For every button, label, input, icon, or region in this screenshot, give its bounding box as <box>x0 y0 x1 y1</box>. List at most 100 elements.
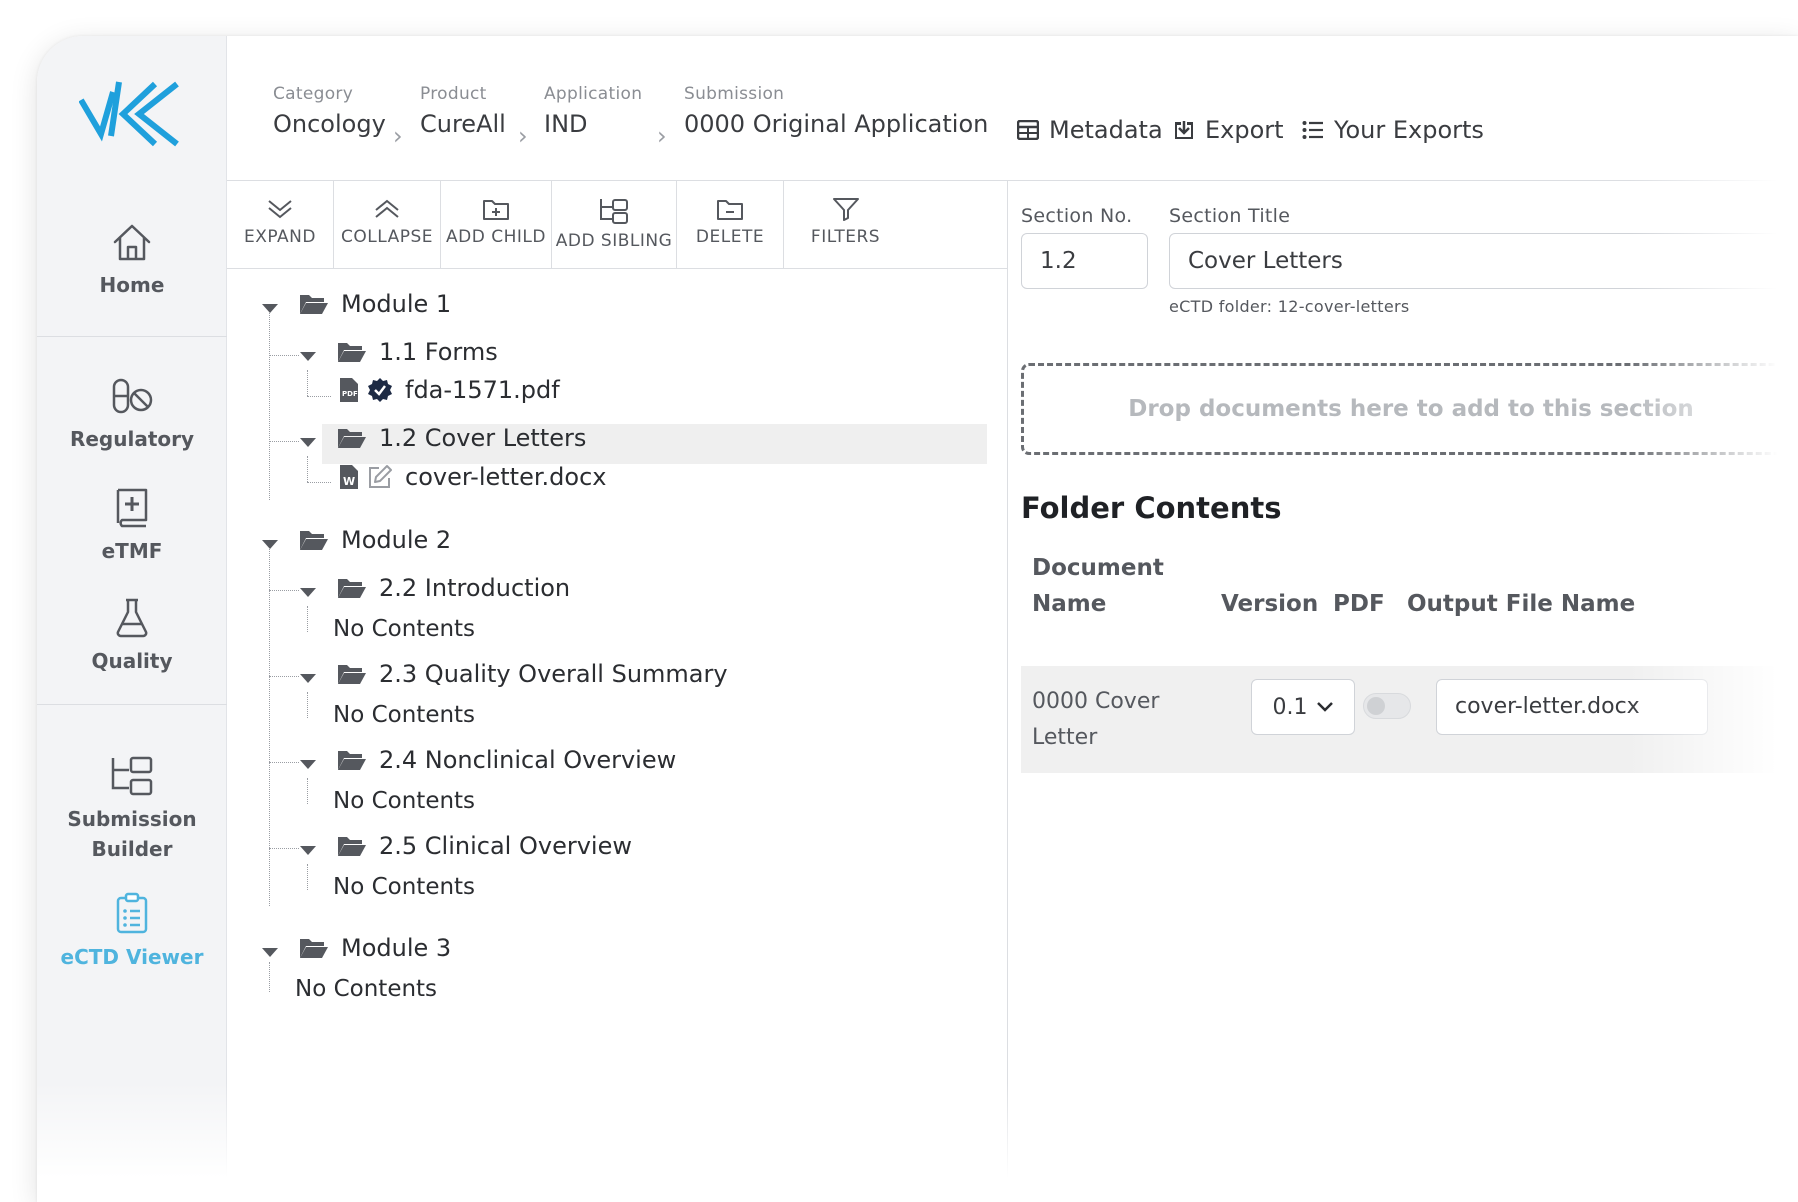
sidebar-item-quality[interactable]: Quality <box>37 596 227 676</box>
tree-node-module-3[interactable]: Module 3 <box>299 934 451 962</box>
collapse-toggle-icon[interactable] <box>300 588 316 597</box>
column-header-version[interactable]: Version <box>1221 586 1318 622</box>
delete-button[interactable]: DELETE <box>677 181 784 269</box>
tree-connector <box>269 355 299 356</box>
breadcrumb-label: Submission <box>684 84 785 104</box>
breadcrumb-value: 0000 Original Application <box>684 110 989 138</box>
collapse-button[interactable]: COLLAPSE <box>334 181 441 269</box>
tree-connector <box>307 456 308 482</box>
list-icon <box>1302 121 1323 139</box>
folder-open-icon <box>300 295 328 314</box>
sidebar-item-regulatory[interactable]: Regulatory <box>37 376 227 454</box>
tree-node-2-4-nonclinical-overview[interactable]: 2.4 Nonclinical Overview <box>337 746 676 774</box>
tree-file-fda-1571[interactable]: PDF fda-1571.pdf <box>339 376 560 404</box>
breadcrumb-application[interactable]: Application IND <box>544 84 642 138</box>
tree-connector <box>307 606 308 632</box>
document-name-cell: 0000 Cover Letter <box>1032 684 1159 756</box>
sidebar-divider <box>37 336 227 337</box>
verified-badge-icon <box>368 378 392 402</box>
tree-node-label: 2.2 Introduction <box>379 574 571 602</box>
add-sibling-label: ADD SIBLING <box>555 231 673 251</box>
column-header-document-name[interactable]: Document Name <box>1032 550 1164 622</box>
breadcrumb-label: Product <box>420 84 487 104</box>
tree-node-2-2-introduction[interactable]: 2.2 Introduction <box>337 574 570 602</box>
empty-folder-text: No Contents <box>333 702 476 728</box>
filters-label: FILTERS <box>810 227 881 247</box>
edit-icon[interactable] <box>367 464 393 490</box>
pdf-toggle[interactable] <box>1363 693 1411 719</box>
tree-node-label: Module 1 <box>341 290 452 318</box>
collapse-toggle-icon[interactable] <box>300 674 316 683</box>
folder-tree-icon <box>600 199 628 224</box>
collapse-toggle-icon[interactable] <box>300 760 316 769</box>
sidebar-item-label: eCTD Viewer <box>60 945 204 969</box>
tree-connector <box>269 676 299 677</box>
sidebar-item-label: Regulatory <box>69 427 195 451</box>
tree-node-label: 1.1 Forms <box>379 338 498 366</box>
document-dropzone[interactable]: Drop documents here to add to this secti… <box>1021 363 1798 455</box>
collapse-toggle-icon[interactable] <box>300 438 316 447</box>
your-exports-button[interactable]: Your Exports <box>1302 116 1484 144</box>
section-title-input[interactable]: Cover Letters <box>1169 233 1798 289</box>
pdf-file-icon: PDF <box>340 378 358 402</box>
metadata-button[interactable]: Metadata <box>1017 116 1163 144</box>
collapse-toggle-icon[interactable] <box>262 540 278 549</box>
sidebar-item-home[interactable]: Home <box>37 222 227 300</box>
breadcrumb-category[interactable]: Category Oncology <box>273 84 386 138</box>
section-no-input[interactable]: 1.2 <box>1021 233 1148 289</box>
tree-node-2-5-clinical-overview[interactable]: 2.5 Clinical Overview <box>337 832 632 860</box>
collapse-toggle-icon[interactable] <box>262 948 278 957</box>
version-value: 0.1 <box>1272 694 1308 720</box>
breadcrumb-value: IND <box>544 110 588 138</box>
sidebar-item-submission-builder[interactable]: Submission Builder <box>37 754 227 864</box>
collapse-toggle-icon[interactable] <box>300 352 316 361</box>
breadcrumb-submission[interactable]: Submission 0000 Original Application <box>684 84 988 138</box>
document-name-text: 0000 Cover <box>1032 689 1160 714</box>
clipboard-list-icon <box>116 892 148 934</box>
tree-connector <box>269 848 299 849</box>
export-button[interactable]: Export <box>1173 116 1284 144</box>
collapse-toggle-icon[interactable] <box>300 846 316 855</box>
home-icon <box>113 224 151 261</box>
tree-node-2-3-quality-overall-summary[interactable]: 2.3 Quality Overall Summary <box>337 660 728 688</box>
tree-node-label: 2.3 Quality Overall Summary <box>379 660 728 688</box>
tree-node-1-1-forms[interactable]: 1.1 Forms <box>337 338 498 366</box>
app-logo[interactable] <box>79 78 183 148</box>
section-detail-panel: Section No. 1.2 Section Title Cover Lett… <box>1008 181 1798 1202</box>
breadcrumb-label: Category <box>273 84 354 104</box>
add-child-button[interactable]: ADD CHILD <box>441 181 552 269</box>
tree-file-cover-letter[interactable]: W cover-letter.docx <box>339 463 606 491</box>
add-sibling-button[interactable]: ADD SIBLING <box>552 181 677 269</box>
table-icon <box>1017 120 1039 140</box>
tree-node-label: 1.2 Cover Letters <box>379 424 587 452</box>
flask-icon <box>116 598 148 638</box>
chevrons-down-icon <box>268 200 292 219</box>
add-child-label: ADD CHILD <box>446 227 546 247</box>
section-no-label: Section No. <box>1021 205 1133 227</box>
tree-connector <box>269 962 270 992</box>
svg-text:W: W <box>343 475 355 488</box>
expand-button[interactable]: EXPAND <box>227 181 334 269</box>
empty-folder-text: No Contents <box>295 976 438 1002</box>
metadata-label: Metadata <box>1049 116 1163 144</box>
breadcrumb-product[interactable]: Product CureAll <box>420 84 506 138</box>
collapse-toggle-icon[interactable] <box>262 304 278 313</box>
tree-file-label: cover-letter.docx <box>405 463 607 491</box>
column-header-output-file-name[interactable]: Output File Name <box>1407 586 1635 622</box>
table-row[interactable]: 0000 Cover Letter 0.1 cover-letter.docx <box>1021 666 1798 773</box>
tree-node-module-2[interactable]: Module 2 <box>299 526 451 554</box>
tree-connector <box>269 310 270 500</box>
column-header-pdf[interactable]: PDF <box>1333 586 1385 622</box>
output-file-name-input[interactable]: cover-letter.docx <box>1436 679 1708 735</box>
sidebar-item-etmf[interactable]: eTMF <box>37 486 227 566</box>
filters-button[interactable]: FILTERS <box>784 181 907 269</box>
sidebar-item-ectd-viewer[interactable]: eCTD Viewer <box>37 892 227 972</box>
version-dropdown[interactable]: 0.1 <box>1251 679 1355 735</box>
folder-open-icon <box>338 665 366 684</box>
empty-folder-text: No Contents <box>333 616 476 642</box>
tree-node-module-1[interactable]: Module 1 <box>299 290 451 318</box>
chevron-right-icon: › <box>657 122 667 150</box>
tree-connector <box>269 590 299 591</box>
column-header-label: Document <box>1032 555 1164 581</box>
tree-node-1-2-cover-letters[interactable]: 1.2 Cover Letters <box>337 424 586 452</box>
